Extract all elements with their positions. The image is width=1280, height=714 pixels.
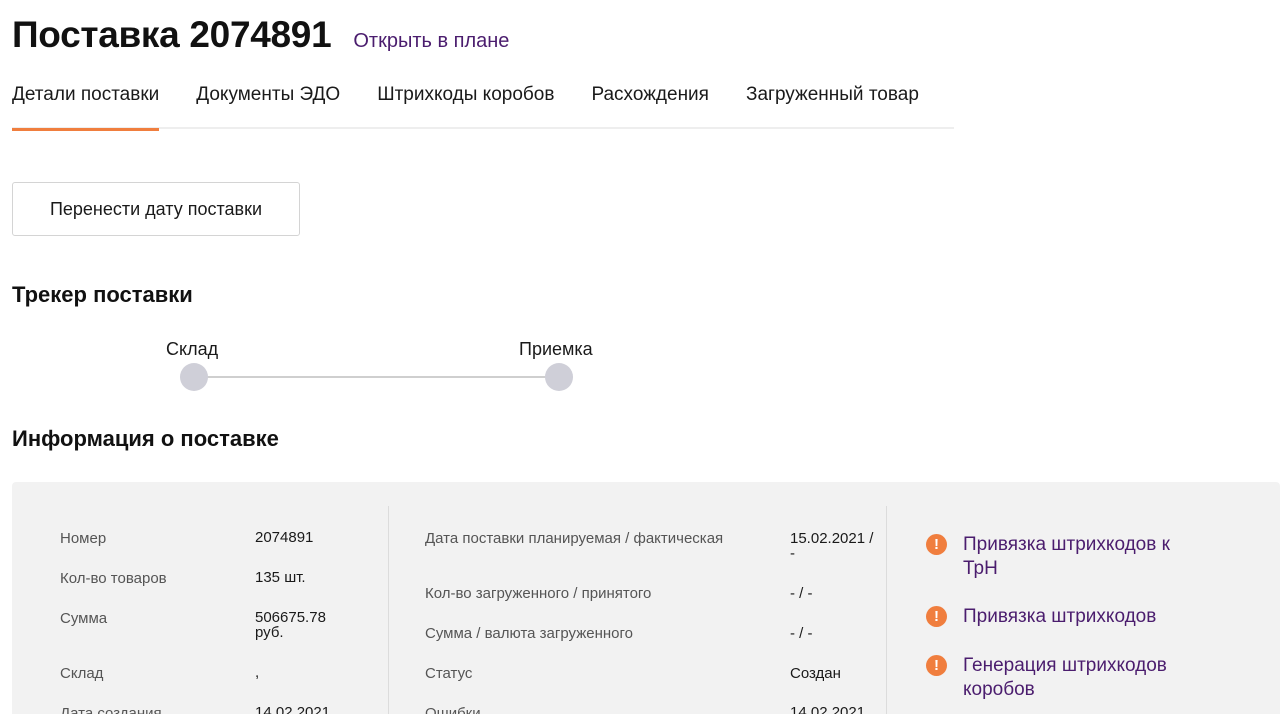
info-value-errors: 14.02.2021 — [790, 704, 866, 714]
info-title: Информация о поставке — [12, 426, 279, 451]
info-label-errors: Ошибки — [425, 705, 481, 714]
column-divider — [886, 506, 887, 714]
warning-label: Генерация штрихкодов коробов — [963, 655, 1167, 700]
tracker-step-dot-acceptance — [545, 363, 573, 391]
info-value-created-date: 14.02.2021 — [255, 704, 331, 714]
info-value-sum: 506675.78 руб. — [255, 609, 326, 641]
info-value-status: Создан — [790, 665, 841, 682]
tab-box-barcodes[interactable]: Штрихкоды коробов — [377, 84, 554, 129]
info-label-delivery-date: Дата поставки планируемая / фактическая — [425, 530, 724, 547]
tab-loaded-goods[interactable]: Загруженный товар — [746, 84, 919, 129]
warning-box-barcode-generation[interactable]: ! Генерация штрихкодов коробов — [926, 654, 1193, 702]
exclamation-icon: ! — [926, 655, 947, 676]
info-label-sum-currency: Сумма / валюта загруженного — [425, 625, 633, 642]
tab-bar: Детали поставки Документы ЭДО Штрихкоды … — [12, 84, 954, 131]
info-label-number: Номер — [60, 530, 107, 547]
info-value-item-count: 135 шт. — [255, 569, 306, 586]
exclamation-icon: ! — [926, 534, 947, 555]
info-label-sum: Сумма — [60, 610, 108, 627]
tab-edo-documents[interactable]: Документы ЭДО — [196, 84, 340, 129]
tracker-step-dot-warehouse — [180, 363, 208, 391]
column-divider — [388, 506, 389, 714]
info-label-warehouse: Склад — [60, 665, 104, 682]
warning-barcode-binding[interactable]: ! Привязка штрихкодов — [926, 605, 1193, 629]
tracker-title: Трекер поставки — [12, 282, 193, 307]
info-label-status: Статус — [425, 665, 473, 682]
exclamation-icon: ! — [926, 606, 947, 627]
info-value-sum-currency: - / - — [790, 625, 813, 642]
info-value-warehouse: , — [255, 664, 260, 681]
page-title: Поставка 2074891 — [12, 14, 332, 55]
info-label-item-count: Кол-во товаров — [60, 570, 167, 587]
info-value-delivery-date: 15.02.2021 / - — [790, 530, 874, 562]
open-in-plan-link[interactable]: Открыть в плане — [353, 30, 509, 53]
tab-delivery-details[interactable]: Детали поставки — [12, 84, 160, 131]
tracker-line — [194, 376, 559, 378]
page-header: Поставка 2074891 Открыть в плане — [12, 14, 509, 56]
warning-barcode-binding-trn[interactable]: ! Привязка штрихкодов к ТрН — [926, 533, 1193, 581]
warning-label: Привязка штрихкодов к ТрН — [963, 534, 1170, 579]
tracker-step-label-acceptance: Приемка — [519, 339, 593, 359]
info-value-number: 2074891 — [255, 529, 314, 546]
tab-discrepancies[interactable]: Расхождения — [591, 84, 709, 129]
info-value-loaded-accepted: - / - — [790, 585, 813, 602]
reschedule-delivery-button[interactable]: Перенести дату поставки — [12, 182, 300, 236]
tracker-step-label-warehouse: Склад — [166, 339, 219, 359]
info-label-loaded-accepted: Кол-во загруженного / принятого — [425, 585, 652, 602]
info-label-created-date: Дата создания — [60, 705, 162, 714]
warning-label: Привязка штрихкодов — [963, 606, 1157, 627]
